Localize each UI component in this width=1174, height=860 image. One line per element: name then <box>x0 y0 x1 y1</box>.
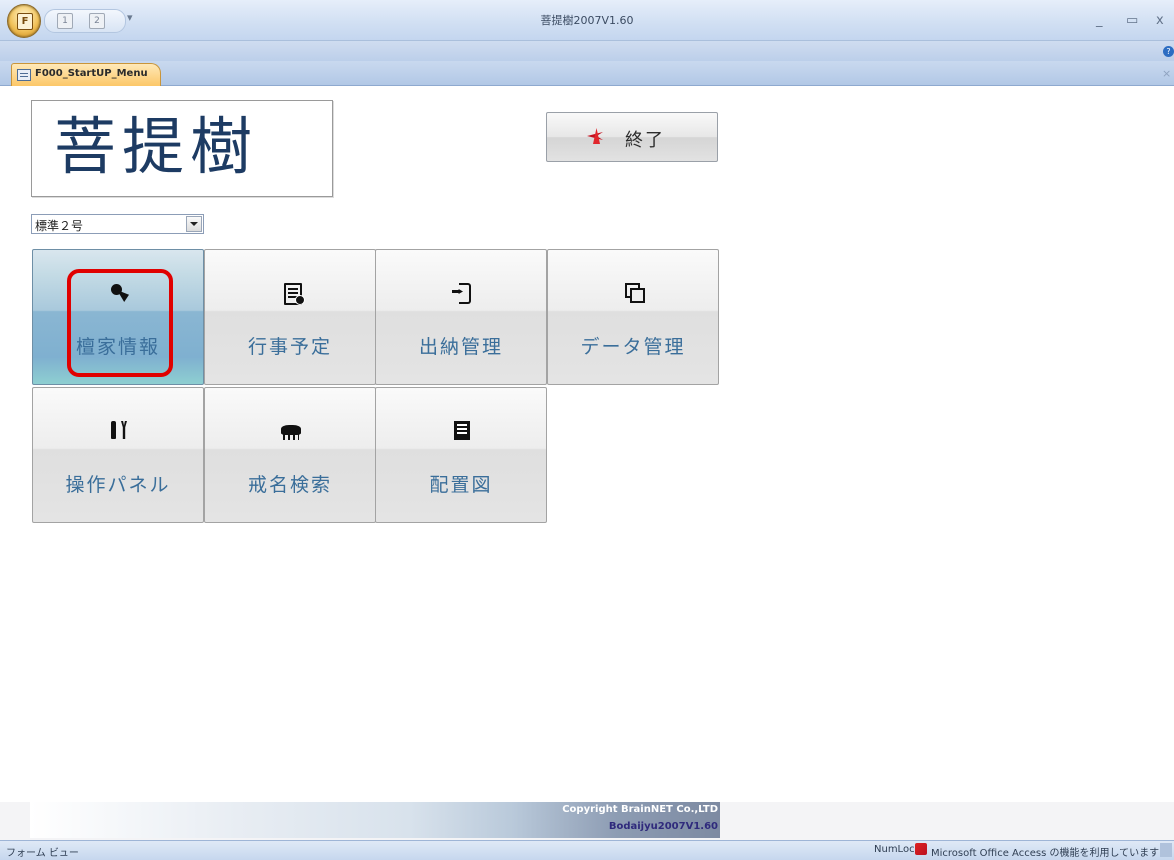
tab-close-icon[interactable]: × <box>1162 67 1171 80</box>
tab-label: F000_StartUP_Menu <box>35 68 148 79</box>
copyright-text: Copyright BrainNET Co.,LTD <box>562 804 718 815</box>
document-icon <box>451 419 473 441</box>
tile-label: 戒名検索 <box>247 474 332 496</box>
exit-button-label: 終了 <box>625 130 665 151</box>
exit-button[interactable]: 終了 <box>546 112 718 162</box>
schedule-book-icon <box>284 283 305 305</box>
maple-leaf-icon <box>587 128 603 144</box>
tile-layout-map[interactable]: 配置図 <box>375 387 547 523</box>
camel-icon <box>280 419 302 441</box>
title-bar: F 1 2 ▾ 菩提樹2007V1.60 _ ▭ x <box>0 0 1174 41</box>
tile-label: 行事予定 <box>247 336 332 358</box>
status-bar: フォーム ビュー NumLock Microsoft Office Access… <box>0 840 1174 860</box>
ribbon-strip <box>0 41 1174 61</box>
sign-in-icon <box>451 281 473 304</box>
copy-icon <box>623 281 645 303</box>
tile-cash-management[interactable]: 出納管理 <box>375 249 547 385</box>
tile-label: データ管理 <box>580 336 686 358</box>
status-access-message: Microsoft Office Access の機能を利用しています <box>931 848 1160 859</box>
highlight-box <box>67 269 173 377</box>
version-text: Bodaijyu2007V1.60 <box>608 821 718 832</box>
tile-label: 操作パネル <box>65 474 171 496</box>
tile-label: 出納管理 <box>418 336 503 358</box>
help-icon[interactable]: ? <box>1163 46 1174 57</box>
chevron-down-icon[interactable] <box>186 216 202 232</box>
access-logo-icon <box>915 843 927 855</box>
logo-text: 菩提樹 <box>54 110 259 183</box>
form-icon <box>17 69 31 81</box>
tile-data-management[interactable]: データ管理 <box>547 249 719 385</box>
logo: 菩提樹 <box>31 100 333 197</box>
minimize-button[interactable]: _ <box>1096 13 1103 28</box>
view-shortcut-icon[interactable] <box>1160 843 1172 857</box>
tools-icon <box>108 419 130 441</box>
tile-operation-panel[interactable]: 操作パネル <box>32 387 204 523</box>
close-button[interactable]: x <box>1156 13 1164 28</box>
tile-event-schedule[interactable]: 行事予定 <box>204 249 376 385</box>
template-select-value: 標準２号 <box>35 219 84 233</box>
template-select[interactable]: 標準２号 <box>31 214 204 234</box>
tile-kaimyo-search[interactable]: 戒名検索 <box>204 387 376 523</box>
window-title: 菩提樹2007V1.60 <box>540 14 634 27</box>
status-numlock: NumLock <box>874 844 921 855</box>
status-view-mode: フォーム ビュー <box>6 848 79 859</box>
document-tab-bar: F000_StartUP_Menu <box>0 61 1174 86</box>
tile-label: 配置図 <box>429 474 493 496</box>
maximize-button[interactable]: ▭ <box>1126 13 1138 28</box>
tab-startup-menu[interactable]: F000_StartUP_Menu <box>11 63 161 86</box>
